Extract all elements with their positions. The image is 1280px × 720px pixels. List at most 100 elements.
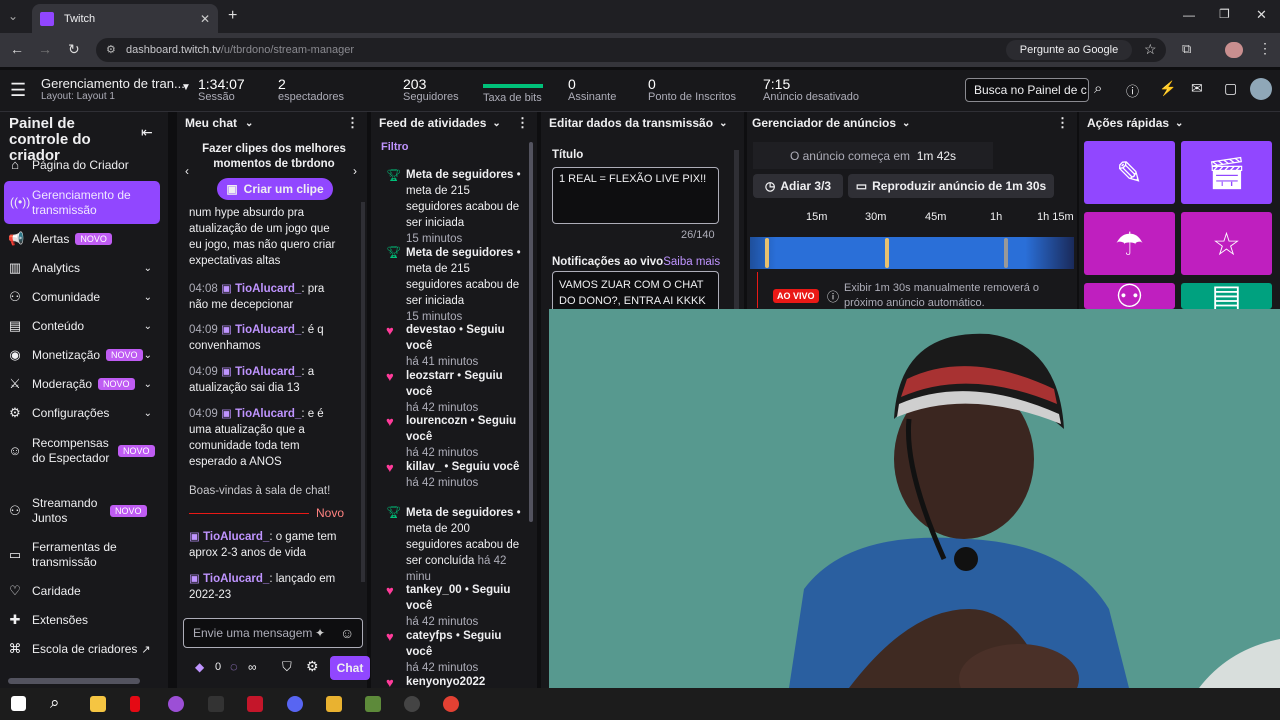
sidebar-item-alerts[interactable]: 📢 Alertas NOVO xyxy=(8,232,160,246)
search-icon[interactable]: ⌕ xyxy=(50,693,60,713)
emote-icon[interactable]: ☺ xyxy=(340,625,354,641)
profile-avatar[interactable] xyxy=(1225,42,1243,58)
user-action[interactable]: ⚇ xyxy=(1084,283,1175,309)
feed-item[interactable]: Meta de seguidores • meta de 215 seguido… xyxy=(406,167,526,247)
archive-action[interactable]: ▤ xyxy=(1181,283,1272,309)
obs-icon[interactable] xyxy=(404,696,420,712)
search-icon[interactable]: ⌕ xyxy=(1094,80,1102,97)
more-icon[interactable]: ⋮ xyxy=(346,115,359,131)
windows-start-icon[interactable] xyxy=(11,696,26,711)
dashboard-search-input[interactable]: Busca no Painel de c xyxy=(965,78,1089,102)
ad-timeline[interactable] xyxy=(750,237,1074,269)
sidebar-item-monetization[interactable]: ◉ Monetização NOVO ⌄ xyxy=(8,348,160,363)
feed-item[interactable]: leozstarr • Seguiu você há 42 minutos xyxy=(406,368,526,416)
app-icon[interactable] xyxy=(247,696,263,712)
sidebar-item-rewards[interactable]: ☺ Recompensas do Espectador NOVO xyxy=(8,436,160,466)
tab-search-icon[interactable]: ⌄ xyxy=(8,9,18,23)
ads-header[interactable]: Gerenciador de anúncios ⌄ ⋮ xyxy=(747,112,1077,134)
sidebar-item-settings[interactable]: ⚙ Configurações ⌄ xyxy=(8,406,160,421)
ask-google-button[interactable]: Pergunte ao Google xyxy=(1006,40,1132,60)
netflix-icon[interactable] xyxy=(130,696,140,712)
notification-input[interactable]: VAMOS ZUAR COM O CHAT DO DONO?, ENTRA AI… xyxy=(552,271,719,309)
feed-header[interactable]: Feed de atividades ⌄ ⋮ xyxy=(371,112,537,134)
sparkle-icon[interactable]: ✦ xyxy=(315,626,325,640)
next-icon[interactable]: › xyxy=(353,164,357,178)
chat-header[interactable]: Meu chat ⌄ ⋮ xyxy=(177,112,367,134)
layout-selector[interactable]: Gerenciamento de tran... Layout: Layout … xyxy=(41,76,185,102)
chat-input[interactable]: Envie uma mensagem xyxy=(183,618,363,648)
new-tab-icon[interactable]: + xyxy=(228,7,237,25)
minecraft-icon[interactable] xyxy=(365,696,381,712)
feed-item[interactable]: Meta de seguidores • meta de 200 seguido… xyxy=(406,505,526,585)
whispers-icon[interactable]: ▢ xyxy=(1224,80,1237,97)
prev-icon[interactable]: ‹ xyxy=(185,164,189,178)
sidebar-item-creator-page[interactable]: ⌂ Página do Criador xyxy=(8,158,160,173)
chevron-down-icon[interactable]: ▼ xyxy=(181,82,191,93)
chat-scrollbar[interactable] xyxy=(361,202,365,582)
ad-marker[interactable] xyxy=(1004,238,1008,268)
back-icon[interactable]: ← xyxy=(10,41,24,57)
sidebar-item-stream-manager[interactable]: ((•)) Gerenciamento de transmissão xyxy=(4,181,160,224)
sidebar-item-moderation[interactable]: ⚔ Moderação NOVO ⌄ xyxy=(8,377,160,392)
file-explorer-icon[interactable] xyxy=(90,696,106,712)
edit-header[interactable]: Editar dados da transmissão ⌄ xyxy=(541,112,744,134)
inbox-icon[interactable]: ✉ xyxy=(1191,80,1203,97)
close-window-icon[interactable]: ✕ xyxy=(1256,7,1267,23)
sidebar-item-analytics[interactable]: ▥ Analytics ⌄ xyxy=(8,261,160,276)
reload-icon[interactable]: ↻ xyxy=(68,41,80,58)
sidebar-item-charity[interactable]: ♡ Caridade xyxy=(8,584,160,599)
chrome-icon[interactable] xyxy=(443,696,459,712)
hamburger-icon[interactable]: ☰ xyxy=(10,80,26,101)
extensions-icon[interactable]: ⧉ xyxy=(1182,41,1191,57)
bits-icon[interactable]: ⚡ xyxy=(1159,80,1176,97)
collapse-icon[interactable]: ⇤ xyxy=(141,124,153,141)
minimize-icon[interactable]: — xyxy=(1183,8,1195,22)
app-icon[interactable] xyxy=(208,696,224,712)
sidebar-item-content[interactable]: ▤ Conteúdo ⌄ xyxy=(8,319,160,334)
menu-icon[interactable]: ⋮ xyxy=(1258,40,1272,57)
shield-icon[interactable]: ⛉ xyxy=(282,659,292,675)
learn-more-link[interactable]: Saiba mais xyxy=(663,256,720,268)
hype-icon[interactable]: ◌ xyxy=(230,659,238,674)
discord-icon[interactable] xyxy=(287,696,303,712)
more-icon[interactable]: ⋮ xyxy=(1056,115,1069,131)
ad-marker[interactable] xyxy=(885,238,889,268)
run-ad-button[interactable]: ▭ Reproduzir anúncio de 1m 30s xyxy=(848,174,1054,198)
user-avatar[interactable] xyxy=(1250,78,1272,100)
feed-item[interactable]: lourencozn • Seguiu você há 42 minutos xyxy=(406,413,526,461)
highlight-action[interactable]: ☆ xyxy=(1181,212,1272,275)
sidebar-item-tools[interactable]: ▭ Ferramentas de transmissão xyxy=(8,540,160,570)
edit-info-action[interactable]: ✎ xyxy=(1084,141,1175,204)
sidebar-item-creator-school[interactable]: ⌘ Escola de criadores ↗ xyxy=(8,642,160,657)
filter-link[interactable]: Filtro xyxy=(381,141,409,153)
site-info-icon[interactable]: ⚙ xyxy=(106,43,116,56)
create-clip-button[interactable]: ▣ Criar um clipe xyxy=(217,178,333,200)
sidebar-item-community[interactable]: ⚇ Comunidade ⌄ xyxy=(8,290,160,305)
sidebar-scrollbar[interactable] xyxy=(8,678,140,684)
browser-tab[interactable]: Twitch ✕ xyxy=(32,4,218,33)
send-chat-button[interactable]: Chat xyxy=(330,656,370,680)
snooze-ad-button[interactable]: ◷ Adiar 3/3 xyxy=(753,174,843,198)
forward-icon[interactable]: → xyxy=(38,41,52,57)
edit-scrollbar[interactable] xyxy=(734,150,739,310)
clip-action[interactable]: 🎬︎ xyxy=(1181,141,1272,204)
bookmark-star-icon[interactable]: ☆ xyxy=(1144,41,1157,58)
gear-icon[interactable]: ⚙ xyxy=(306,658,319,675)
maximize-icon[interactable]: ❐ xyxy=(1219,7,1230,21)
feed-item[interactable]: tankey_00 • Seguiu você há 42 minutos xyxy=(406,582,526,630)
feed-item[interactable]: killav_ • Seguiu você há 42 minutos xyxy=(406,459,526,491)
feed-item[interactable]: Meta de seguidores • meta de 215 seguido… xyxy=(406,245,526,325)
media-player-icon[interactable] xyxy=(168,696,184,712)
sidebar-item-stream-together[interactable]: ⚇ Streamando Juntos NOVO xyxy=(8,496,160,526)
channel-points-icon[interactable]: ◆ xyxy=(195,660,204,674)
ad-marker[interactable] xyxy=(765,238,769,268)
quick-header[interactable]: Ações rápidas ⌄ xyxy=(1079,112,1280,134)
close-tab-icon[interactable]: ✕ xyxy=(200,12,210,26)
raid-action[interactable]: ☂ xyxy=(1084,212,1175,275)
feed-item[interactable]: devestao • Seguiu você há 41 minutos xyxy=(406,322,526,370)
title-input[interactable]: 1 REAL = FLEXÃO LIVE PIX!! xyxy=(552,167,719,224)
info-icon[interactable]: ⓘ xyxy=(827,288,839,305)
app-icon[interactable] xyxy=(326,696,342,712)
sidebar-item-extensions[interactable]: ✚ Extensões xyxy=(8,613,160,628)
help-icon[interactable]: ⓘ xyxy=(1126,81,1139,100)
